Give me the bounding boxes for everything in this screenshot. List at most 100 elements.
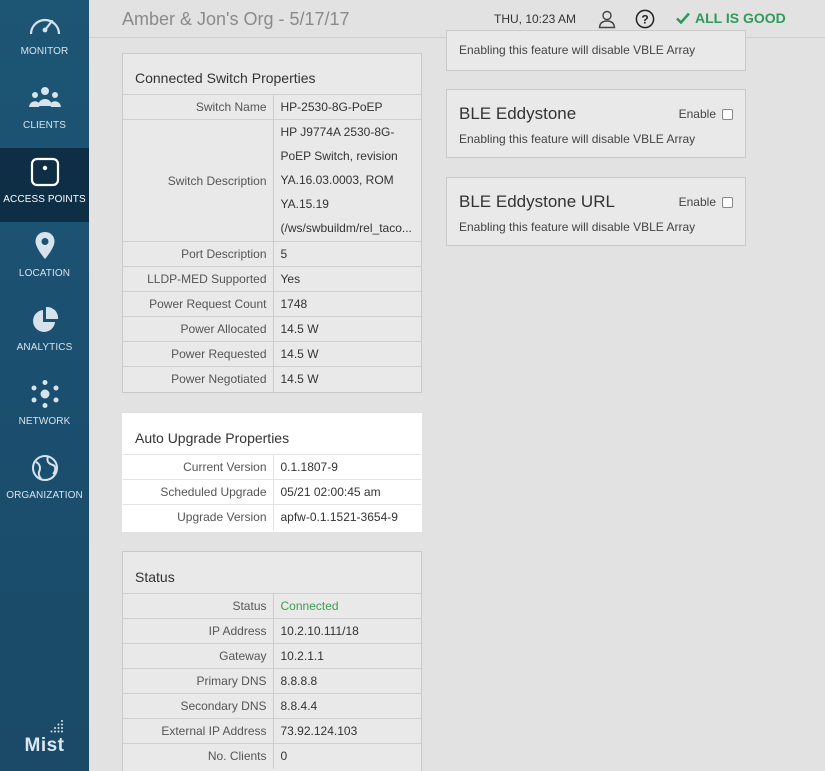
property-value: 8.8.8.8 — [273, 668, 421, 694]
help-icon[interactable]: ? — [635, 9, 655, 29]
nav-label-analytics: ANALYTICS — [16, 342, 73, 353]
enable-toggle[interactable]: Enable — [679, 195, 733, 209]
brand-logo[interactable]: Mist — [0, 735, 89, 757]
nav-label-access-points: ACCESS POINTS — [3, 194, 86, 205]
property-value: 1748 — [273, 291, 421, 317]
property-label: Scheduled Upgrade — [123, 479, 274, 505]
table-row: External IP Address 73.92.124.103 — [123, 718, 421, 744]
auto-upgrade-table: Current Version 0.1.1807-9 Scheduled Upg… — [123, 454, 421, 530]
property-value: 14.5 W — [273, 316, 421, 342]
nav-label-monitor: MONITOR — [20, 46, 69, 57]
nav-clients[interactable]: CLIENTS — [0, 74, 89, 148]
property-label: Port Description — [123, 241, 274, 267]
property-value: 0 — [273, 743, 421, 769]
switch-desc-line: (/ws/swbuildm/rel_taco... — [280, 221, 412, 235]
header-datetime: THU, 10:23 AM — [494, 12, 577, 26]
brand-dots-icon — [50, 720, 63, 733]
enable-checkbox[interactable] — [722, 196, 733, 208]
property-value: apfw-0.1.1521-3654-9 — [273, 504, 421, 530]
status-panel: Status Status Connected IP Address 10.2.… — [122, 551, 422, 771]
nav-monitor[interactable]: MONITOR — [0, 0, 89, 74]
map-pin-icon — [28, 229, 62, 263]
property-label: Status — [123, 593, 274, 619]
status-text: ALL IS GOOD — [695, 10, 786, 26]
nav-label-organization: ORGANIZATION — [6, 490, 83, 501]
property-value: 10.2.1.1 — [273, 643, 421, 669]
property-label: Power Requested — [123, 341, 274, 367]
property-label: Power Allocated — [123, 316, 274, 342]
nav-organization[interactable]: ORGANIZATION — [0, 444, 89, 518]
table-row: Switch Name HP-2530-8G-PoEP — [123, 94, 421, 120]
feature-title: BLE Eddystone — [459, 104, 577, 123]
nav-label-location: LOCATION — [18, 268, 71, 279]
property-label: Switch Name — [123, 94, 274, 120]
property-value: 05/21 02:00:45 am — [273, 479, 421, 505]
property-value: 73.92.124.103 — [273, 718, 421, 744]
enable-label: Enable — [678, 195, 716, 209]
table-row: Secondary DNS 8.8.4.4 — [123, 693, 421, 719]
svg-text:?: ? — [641, 13, 648, 27]
nav-label-network: NETWORK — [18, 416, 71, 427]
switch-desc-line: HP J9774A 2530-8G- — [280, 125, 395, 139]
enable-label: Enable — [678, 107, 716, 121]
table-row: Current Version 0.1.1807-9 — [123, 454, 421, 480]
users-icon — [28, 81, 62, 115]
table-row: LLDP-MED Supported Yes — [123, 266, 421, 292]
property-value: 0.1.1807-9 — [273, 454, 421, 480]
property-value: 8.8.4.4 — [273, 693, 421, 719]
sidebar: MONITOR CLIENTS ACCESS POINTS LOCATION A… — [0, 0, 89, 771]
gauge-icon — [28, 7, 62, 41]
table-row: Status Connected — [123, 593, 421, 619]
pie-chart-icon — [28, 303, 62, 337]
switch-properties-title: Connected Switch Properties — [135, 70, 316, 86]
property-value: HP J9774A 2530-8G- PoEP Switch, revision… — [273, 119, 421, 242]
feature-panel-partial: Enabling this feature will disable VBLE … — [446, 30, 746, 71]
enable-checkbox[interactable] — [722, 108, 733, 120]
switch-properties-table: Switch Name HP-2530-8G-PoEP Switch Descr… — [123, 94, 421, 392]
switch-desc-line: YA.15.19 — [280, 197, 329, 211]
nav-access-points[interactable]: ACCESS POINTS — [0, 148, 89, 222]
table-row: Switch Description HP J9774A 2530-8G- Po… — [123, 119, 421, 242]
globe-icon — [28, 451, 62, 485]
table-row: Gateway 10.2.1.1 — [123, 643, 421, 669]
switch-desc-line: PoEP Switch, revision — [280, 149, 398, 163]
auto-upgrade-panel: Auto Upgrade Properties Current Version … — [122, 413, 422, 532]
nav-network[interactable]: NETWORK — [0, 370, 89, 444]
nav-analytics[interactable]: ANALYTICS — [0, 296, 89, 370]
feature-description: Enabling this feature will disable VBLE … — [459, 132, 696, 146]
table-row: Power Request Count 1748 — [123, 291, 421, 317]
connection-status-value: Connected — [273, 593, 421, 619]
table-row: IP Address 10.2.10.111/18 — [123, 618, 421, 644]
property-label: External IP Address — [123, 718, 274, 744]
feature-panel-ble-eddystone: BLE Eddystone Enable Enabling this featu… — [446, 89, 746, 158]
property-label: LLDP-MED Supported — [123, 266, 274, 292]
table-row: Power Requested 14.5 W — [123, 341, 421, 367]
status-indicator: ALL IS GOOD — [676, 10, 786, 26]
table-row: Power Negotiated 14.5 W — [123, 366, 421, 392]
user-icon[interactable] — [597, 9, 617, 29]
feature-description: Enabling this feature will disable VBLE … — [459, 43, 696, 57]
property-label: Power Request Count — [123, 291, 274, 317]
feature-panel-ble-eddystone-url: BLE Eddystone URL Enable Enabling this f… — [446, 177, 746, 246]
status-title: Status — [135, 569, 175, 585]
property-value: 5 — [273, 241, 421, 267]
property-label: Switch Description — [123, 119, 274, 242]
property-value: 10.2.10.111/18 — [273, 618, 421, 644]
property-label: No. Clients — [123, 743, 274, 769]
enable-toggle[interactable]: Enable — [679, 107, 733, 121]
network-icon — [28, 377, 62, 411]
table-row: Upgrade Version apfw-0.1.1521-3654-9 — [123, 504, 421, 530]
property-label: Power Negotiated — [123, 366, 274, 392]
auto-upgrade-title: Auto Upgrade Properties — [135, 430, 290, 446]
property-value: 14.5 W — [273, 366, 421, 392]
table-row: No. Clients 0 — [123, 743, 421, 769]
property-value: 14.5 W — [273, 341, 421, 367]
checkmark-icon — [676, 12, 690, 24]
switch-desc-line: YA.16.03.0003, ROM — [280, 173, 394, 187]
nav-label-clients: CLIENTS — [23, 120, 66, 131]
table-row: Primary DNS 8.8.8.8 — [123, 668, 421, 694]
nav-location[interactable]: LOCATION — [0, 222, 89, 296]
property-label: Secondary DNS — [123, 693, 274, 719]
feature-title: BLE Eddystone URL — [459, 192, 615, 211]
table-row: Power Allocated 14.5 W — [123, 316, 421, 342]
